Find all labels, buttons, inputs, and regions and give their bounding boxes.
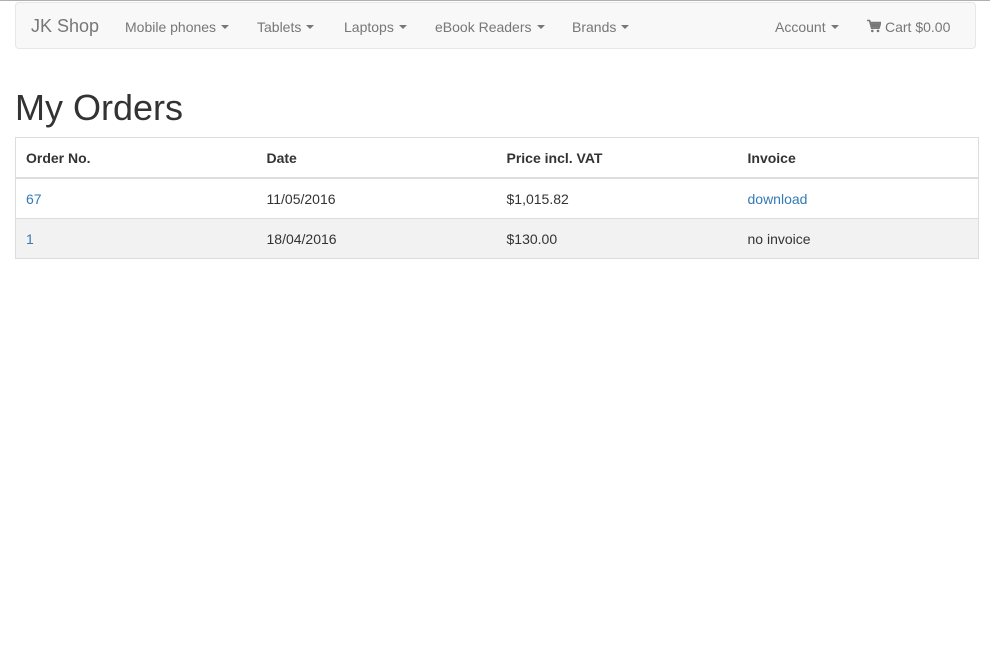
order-no-cell: 67 [15, 177, 257, 219]
column-header-order-no: Order No. [15, 137, 257, 179]
order-price-cell: $1,015.82 [496, 177, 738, 219]
column-header-price: Price incl. VAT [496, 137, 738, 179]
nav-menu-tablets[interactable]: Tablets [257, 18, 315, 36]
shopping-cart-icon [867, 19, 881, 33]
nav-menu-label: eBook Readers [435, 19, 532, 35]
invoice-cell: download [737, 177, 979, 219]
nav-menu-account[interactable]: Account [775, 18, 839, 36]
cart-total-label: Cart $0.00 [885, 19, 951, 35]
orders-table: Order No. Date Price incl. VAT Invoice 6… [15, 137, 979, 259]
column-header-invoice: Invoice [737, 137, 979, 179]
invoice-status-text: no invoice [737, 218, 979, 259]
nav-menu-label: Account [775, 19, 826, 35]
nav-menu-label: Laptops [344, 19, 394, 35]
caret-down-icon [398, 25, 407, 30]
order-date-cell: 11/05/2016 [256, 177, 497, 219]
nav-menu-label: Brands [572, 19, 617, 35]
order-number-link[interactable]: 67 [26, 191, 42, 207]
table-row: 67 11/05/2016 $1,015.82 download [15, 177, 979, 219]
cart-link[interactable]: Cart $0.00 [867, 18, 950, 36]
caret-down-icon [830, 25, 839, 30]
caret-down-icon [306, 25, 315, 30]
invoice-download-link[interactable]: download [748, 191, 808, 207]
order-no-cell: 1 [15, 218, 257, 259]
nav-menu-brands[interactable]: Brands [572, 18, 630, 36]
caret-down-icon [536, 25, 545, 30]
order-number-link[interactable]: 1 [26, 231, 34, 247]
top-navbar: JK Shop Mobile phones Tablets Laptops eB… [15, 2, 976, 49]
order-price-cell: $130.00 [496, 218, 738, 259]
caret-down-icon [621, 25, 630, 30]
table-header-row: Order No. Date Price incl. VAT Invoice [15, 137, 979, 179]
order-date-cell: 18/04/2016 [256, 218, 497, 259]
column-header-date: Date [256, 137, 497, 179]
table-row: 1 18/04/2016 $130.00 no invoice [15, 218, 979, 259]
nav-menu-label: Mobile phones [125, 19, 217, 35]
nav-menu-label: Tablets [257, 19, 302, 35]
brand-link[interactable]: JK Shop [31, 16, 99, 36]
window-top-border [0, 0, 990, 1]
caret-down-icon [221, 25, 230, 30]
nav-menu-ebook-readers[interactable]: eBook Readers [435, 18, 545, 36]
nav-menu-laptops[interactable]: Laptops [344, 18, 407, 36]
page-title: My Orders [15, 87, 184, 128]
nav-menu-mobile-phones[interactable]: Mobile phones [125, 18, 230, 36]
